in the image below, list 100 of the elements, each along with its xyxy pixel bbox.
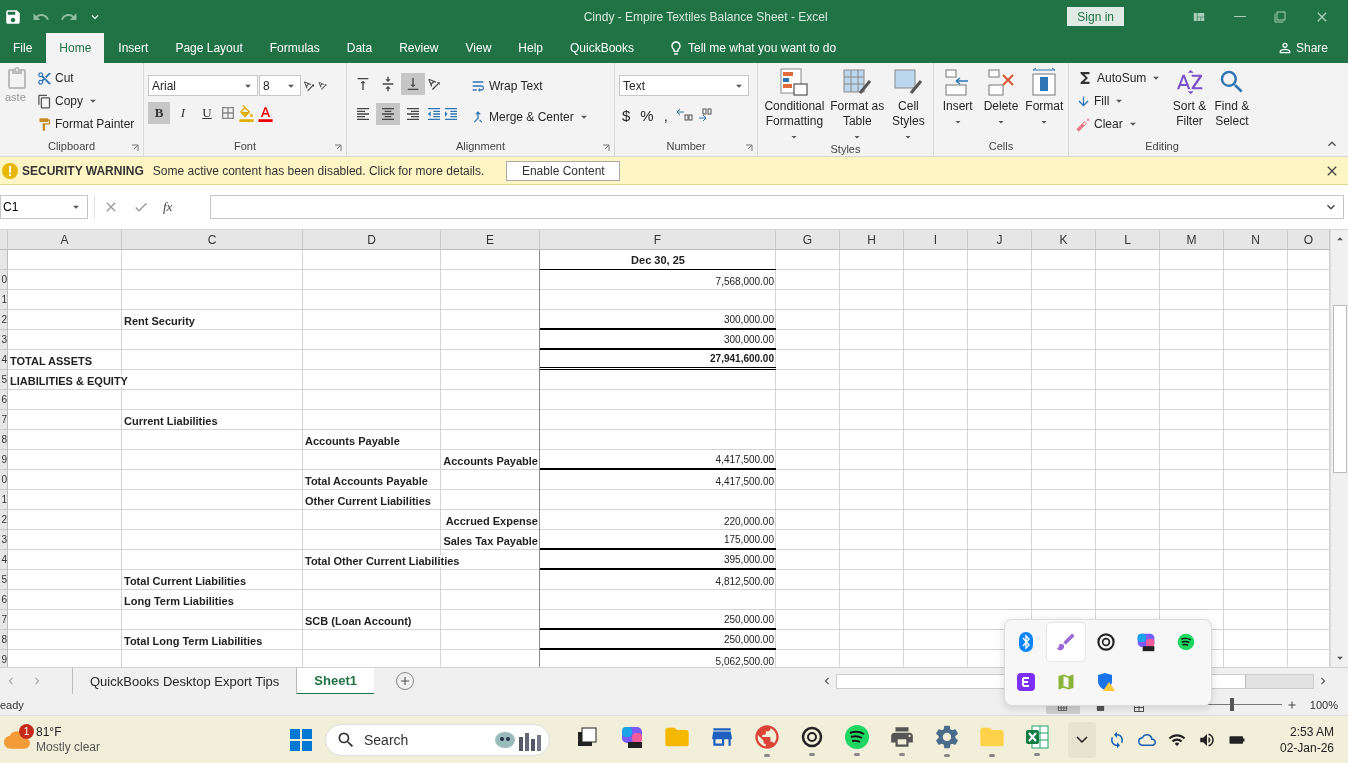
- row-header[interactable]: 7: [0, 410, 8, 430]
- ribbon-tab[interactable]: Help: [505, 33, 556, 63]
- shrink-font-icon[interactable]: [317, 80, 328, 91]
- row-header[interactable]: 5: [0, 370, 8, 390]
- copy-button[interactable]: Copy: [34, 90, 138, 112]
- restore-icon[interactable]: [1274, 10, 1286, 23]
- column-header[interactable]: K: [1032, 230, 1096, 250]
- ribbon-tab[interactable]: Insert: [105, 33, 162, 63]
- ribbon-tab[interactable]: View: [452, 33, 505, 63]
- font-size-dropdown[interactable]: 8: [259, 75, 301, 96]
- column-header[interactable]: H: [840, 230, 904, 250]
- row-header[interactable]: 4: [0, 550, 8, 570]
- ribbon-tab[interactable]: Data: [333, 33, 386, 63]
- dialog-launcher-icon[interactable]: [745, 144, 753, 152]
- insert-function-label[interactable]: fx: [163, 199, 173, 215]
- row-header[interactable]: 2: [0, 510, 8, 530]
- row-header[interactable]: 6: [0, 390, 8, 410]
- font-style-button[interactable]: I: [172, 102, 194, 124]
- dialog-launcher-icon[interactable]: [334, 144, 342, 152]
- row-header[interactable]: 3: [0, 330, 8, 350]
- column-header[interactable]: I: [904, 230, 968, 250]
- formula-input[interactable]: [210, 195, 1344, 219]
- column-header[interactable]: E: [441, 230, 540, 250]
- column-header[interactable]: D: [303, 230, 441, 250]
- decrease-indent-icon[interactable]: [426, 106, 442, 122]
- cut-button[interactable]: Cut: [34, 67, 138, 89]
- ribbon-tab[interactable]: File: [0, 33, 46, 63]
- row-header[interactable]: 1: [0, 290, 8, 310]
- column-header[interactable]: C: [122, 230, 303, 250]
- autosum-button[interactable]: AutoSum: [1073, 67, 1167, 89]
- orientation-icon[interactable]: [426, 76, 442, 92]
- number-format-dropdown[interactable]: Text: [619, 75, 749, 96]
- show-hidden-icons-button[interactable]: [1067, 721, 1096, 758]
- column-header[interactable]: G: [776, 230, 840, 250]
- font-color-icon[interactable]: [257, 104, 274, 122]
- vertical-align-button[interactable]: [401, 73, 425, 95]
- wrap-text-button[interactable]: Wrap Text: [467, 75, 594, 97]
- share-button[interactable]: Share: [1270, 33, 1334, 63]
- row-header[interactable]: 7: [0, 610, 8, 630]
- row-header[interactable]: 9: [0, 450, 8, 470]
- search-box[interactable]: Search: [325, 723, 550, 756]
- clear-button[interactable]: Clear: [1073, 113, 1167, 135]
- zoom-level[interactable]: 100%: [1309, 698, 1338, 711]
- name-box[interactable]: C1: [0, 195, 88, 219]
- sign-in-button[interactable]: Sign in: [1067, 7, 1124, 26]
- ribbon-tab[interactable]: Formulas: [256, 33, 333, 63]
- clock-date[interactable]: 02-Jan-26: [1279, 739, 1334, 756]
- column-header[interactable]: M: [1160, 230, 1224, 250]
- borders-icon[interactable]: [220, 105, 236, 121]
- column-header[interactable]: L: [1096, 230, 1160, 250]
- cells-button[interactable]: Insert: [938, 67, 978, 140]
- find-select-button[interactable]: Find & Select: [1212, 67, 1251, 140]
- number-format-button[interactable]: ,: [660, 104, 671, 126]
- slider-thumb[interactable]: [1229, 698, 1234, 711]
- ribbon-tab[interactable]: Page Layout: [162, 33, 256, 63]
- sheet-tab[interactable]: Sheet1: [296, 667, 374, 695]
- format-painter-button[interactable]: Format Painter: [34, 113, 138, 135]
- column-header[interactable]: F: [540, 230, 776, 250]
- styles-button[interactable]: Cell Styles: [887, 67, 929, 143]
- clock-time[interactable]: 2:53 AM: [1289, 723, 1334, 740]
- minimize-icon[interactable]: [1234, 15, 1246, 18]
- sort-filter-button[interactable]: Sort & Filter: [1170, 67, 1209, 140]
- dialog-launcher-icon[interactable]: [131, 144, 139, 152]
- number-format-button[interactable]: %: [637, 104, 657, 126]
- number-format-button[interactable]: $: [619, 104, 634, 126]
- styles-button[interactable]: Conditional Formatting: [762, 67, 827, 143]
- dialog-launcher-icon[interactable]: [602, 144, 610, 152]
- row-header[interactable]: 1: [0, 490, 8, 510]
- row-header[interactable]: 0: [0, 470, 8, 490]
- warning-message[interactable]: Some active content has been disabled. Click for more details.: [152, 163, 485, 178]
- column-header[interactable]: A: [8, 230, 122, 250]
- column-header[interactable]: O: [1288, 230, 1330, 250]
- horizontal-align-button[interactable]: [376, 103, 400, 125]
- row-header[interactable]: 2: [0, 310, 8, 330]
- font-style-button[interactable]: U: [196, 102, 218, 124]
- fill-button[interactable]: Fill: [1073, 90, 1167, 112]
- row-header[interactable]: 8: [0, 630, 8, 650]
- row-header[interactable]: 0: [0, 270, 8, 290]
- column-header[interactable]: J: [968, 230, 1032, 250]
- cells-button[interactable]: Delete: [981, 67, 1021, 140]
- scrollbar-thumb[interactable]: [1332, 304, 1347, 473]
- tell-me-search[interactable]: Tell me what you want to do: [662, 33, 843, 63]
- decrease-decimal-icon[interactable]: [674, 108, 693, 122]
- row-header[interactable]: 8: [0, 430, 8, 450]
- ribbon-tab[interactable]: QuickBooks: [557, 33, 647, 63]
- row-header[interactable]: 5: [0, 570, 8, 590]
- fill-color-icon[interactable]: [238, 104, 255, 122]
- row-header[interactable]: 4: [0, 350, 8, 370]
- font-style-button[interactable]: B: [148, 102, 170, 124]
- merge-center-button[interactable]: Merge & Center: [467, 106, 594, 128]
- increase-decimal-icon[interactable]: [696, 108, 715, 122]
- increase-indent-icon[interactable]: [443, 106, 459, 122]
- ribbon-tab[interactable]: Home: [46, 33, 105, 63]
- row-header[interactable]: 3: [0, 530, 8, 550]
- row-header[interactable]: 6: [0, 590, 8, 610]
- save-icon[interactable]: [4, 7, 22, 26]
- column-header[interactable]: N: [1224, 230, 1288, 250]
- start-icon[interactable]: [290, 728, 312, 751]
- enable-content-button[interactable]: Enable Content: [506, 160, 621, 181]
- styles-button[interactable]: Format as Table: [828, 67, 886, 143]
